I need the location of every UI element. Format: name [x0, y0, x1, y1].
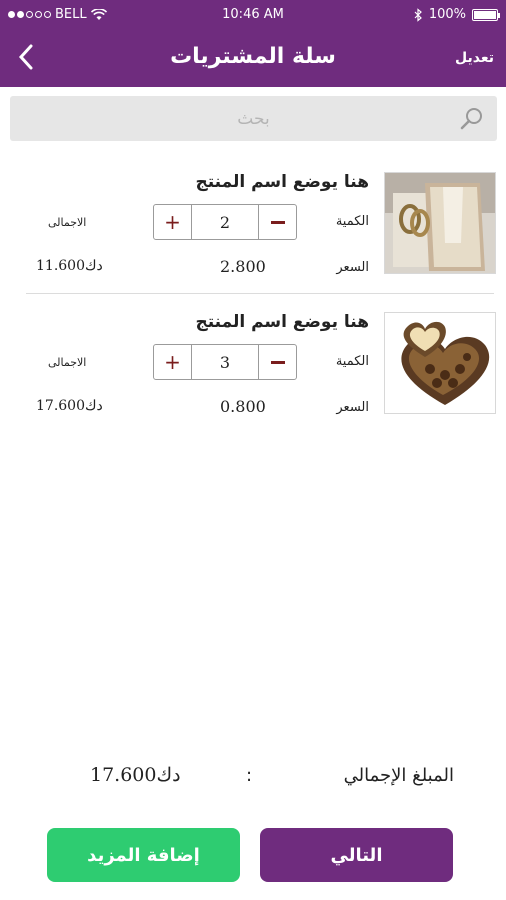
- price-label: السعر: [336, 260, 369, 275]
- next-button[interactable]: التالي: [260, 828, 453, 882]
- grand-total-label: المبلغ الإجمالي: [343, 765, 454, 786]
- quantity-label: الكمية: [335, 354, 369, 369]
- product-thumbnail[interactable]: [384, 312, 496, 414]
- total-value: 17.600دك: [36, 398, 103, 414]
- edit-button[interactable]: تعديل: [455, 50, 494, 66]
- add-more-button[interactable]: إضافة المزيد: [47, 828, 240, 882]
- product-thumbnail[interactable]: [384, 172, 496, 274]
- chocolate-box-image: [385, 313, 495, 413]
- battery-icon: [472, 8, 500, 21]
- quantity-value: 2: [219, 212, 231, 232]
- quantity-stepper: + 2: [153, 204, 297, 240]
- bluetooth-icon: [414, 7, 422, 22]
- total-label: الاجمالى: [48, 356, 87, 369]
- minus-icon: [270, 360, 285, 364]
- quantity-value: 3: [219, 352, 231, 372]
- minus-icon: [270, 220, 285, 224]
- search-icon[interactable]: [459, 106, 485, 132]
- search-bar: [10, 96, 497, 141]
- product-name: هنا يوضع اسم المنتج: [195, 312, 369, 332]
- decrease-quantity-button[interactable]: [258, 205, 296, 239]
- battery-percent: 100%: [428, 7, 466, 22]
- cart-item: هنا يوضع اسم المنتج الكمية السعر الاجمال…: [0, 312, 506, 432]
- grand-total-value: 17.600دك: [90, 764, 181, 786]
- cart-item: هنا يوضع اسم المنتج الكمية السعر الاجمال…: [0, 172, 506, 292]
- search-input[interactable]: [10, 96, 497, 141]
- invitation-card-image: [385, 173, 495, 273]
- total-value: 11.600دك: [36, 258, 103, 274]
- quantity-label: الكمية: [335, 214, 369, 229]
- product-name: هنا يوضع اسم المنتج: [195, 172, 369, 192]
- status-bar: BELL 10:46 AM 100%: [0, 0, 506, 30]
- quantity-stepper: + 3: [153, 344, 297, 380]
- price-label: السعر: [336, 400, 369, 415]
- page-title: سلة المشتريات: [170, 44, 336, 69]
- price-value: 2.800: [220, 257, 266, 276]
- divider: [26, 293, 494, 294]
- nav-bar: سلة المشتريات تعديل: [0, 30, 506, 87]
- decrease-quantity-button[interactable]: [258, 345, 296, 379]
- battery-info: 100%: [414, 7, 500, 22]
- increase-quantity-button[interactable]: +: [154, 345, 192, 379]
- price-value: 0.800: [220, 397, 266, 416]
- increase-quantity-button[interactable]: +: [154, 205, 192, 239]
- grand-total-separator: :: [246, 765, 253, 786]
- total-label: الاجمالى: [48, 216, 87, 229]
